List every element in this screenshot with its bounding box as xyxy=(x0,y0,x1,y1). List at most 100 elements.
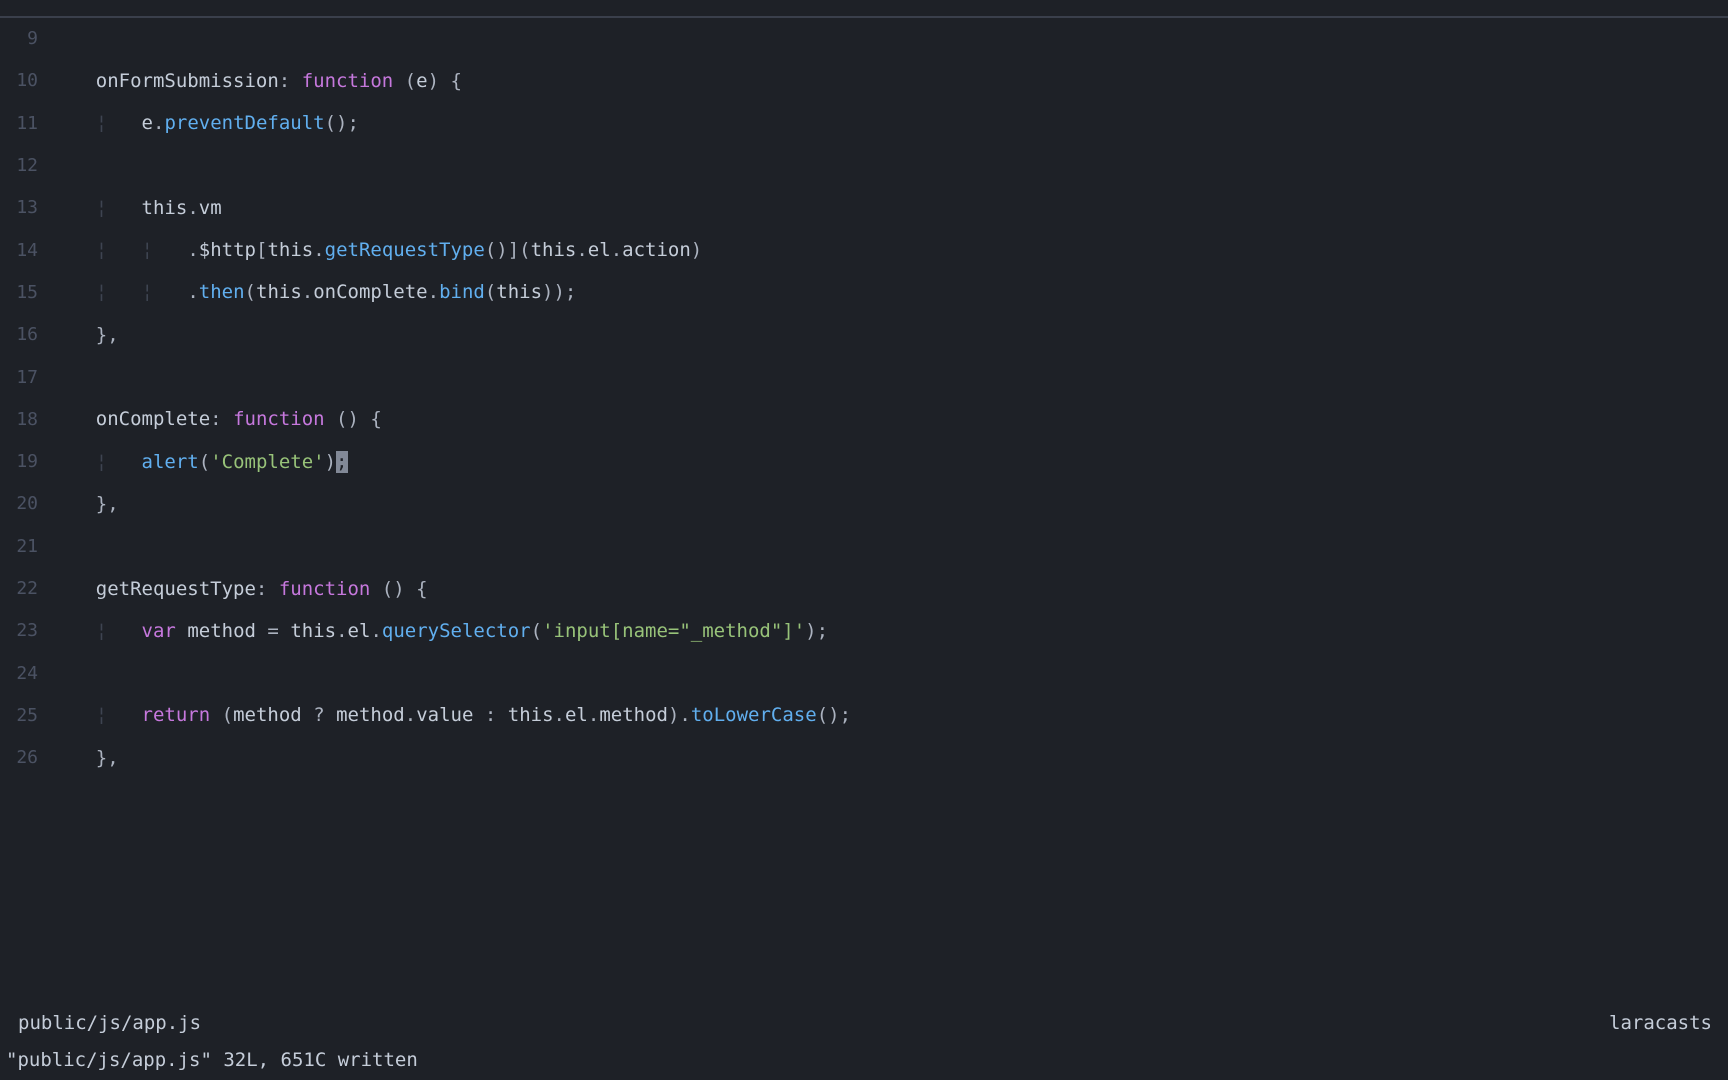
code-content[interactable]: ¦ ¦ .$http[this.getRequestType()](this.e… xyxy=(50,241,1728,260)
token-plain: method xyxy=(599,704,668,726)
code-line[interactable]: 17 xyxy=(0,356,1728,398)
token-punctuation: }, xyxy=(96,747,119,769)
code-line[interactable]: 19 ¦ alert('Complete'); xyxy=(0,441,1728,483)
code-content[interactable]: ¦ var method = this.el.querySelector('in… xyxy=(50,622,1728,641)
line-number: 12 xyxy=(0,157,50,175)
token-indent-guide: ¦ xyxy=(96,451,107,473)
code-line[interactable]: 15 ¦ ¦ .then(this.onComplete.bind(this))… xyxy=(0,272,1728,314)
token-plain: vm xyxy=(199,197,222,219)
token-plain xyxy=(50,70,96,92)
line-number: 15 xyxy=(0,284,50,302)
token-plain xyxy=(107,112,141,134)
code-line[interactable]: 21 xyxy=(0,526,1728,568)
code-line[interactable]: 25 ¦ return (method ? method.value : thi… xyxy=(0,695,1728,737)
code-line[interactable]: 13 ¦ this.vm xyxy=(0,187,1728,229)
token-punctuation: () xyxy=(336,408,359,430)
code-line[interactable]: 9 xyxy=(0,18,1728,60)
code-line[interactable]: 26 }, xyxy=(0,737,1728,779)
token-plain xyxy=(405,578,416,600)
command-line: "public/js/app.js" 32L, 651C written xyxy=(0,1043,1728,1080)
code-content[interactable]: }, xyxy=(50,326,1728,345)
token-punctuation: ) xyxy=(691,239,702,261)
code-content[interactable]: getRequestType: function () { xyxy=(50,580,1728,599)
code-content[interactable]: }, xyxy=(50,749,1728,768)
token-plain: this xyxy=(496,281,542,303)
token-punctuation: { xyxy=(416,578,427,600)
code-line[interactable]: 23 ¦ var method = this.el.querySelector(… xyxy=(0,610,1728,652)
token-plain xyxy=(256,620,267,642)
status-file-path: public/js/app.js xyxy=(18,1014,201,1033)
code-content[interactable]: onFormSubmission: function (e) { xyxy=(50,72,1728,91)
token-punctuation: }, xyxy=(96,493,119,515)
code-line[interactable]: 12 xyxy=(0,145,1728,187)
token-plain xyxy=(107,281,141,303)
code-content[interactable]: ¦ ¦ .then(this.onComplete.bind(this)); xyxy=(50,283,1728,302)
token-punctuation: . xyxy=(302,281,313,303)
code-line[interactable]: 18 onComplete: function () { xyxy=(0,399,1728,441)
token-keyword: function xyxy=(233,408,325,430)
token-punctuation: ( xyxy=(485,281,496,303)
token-plain xyxy=(50,493,96,515)
token-plain xyxy=(50,408,96,430)
code-line[interactable]: 20 }, xyxy=(0,483,1728,525)
token-plain xyxy=(50,451,96,473)
token-punctuation: { xyxy=(370,408,381,430)
code-area[interactable]: 910 onFormSubmission: function (e) {11 ¦… xyxy=(0,0,1728,1080)
token-punctuation: . xyxy=(153,112,164,134)
code-content[interactable]: ¦ e.preventDefault(); xyxy=(50,114,1728,133)
code-line[interactable]: 22 getRequestType: function () { xyxy=(0,568,1728,610)
token-plain: el xyxy=(348,620,371,642)
token-plain xyxy=(222,408,233,430)
token-plain xyxy=(50,704,96,726)
token-plain xyxy=(153,281,187,303)
token-plain xyxy=(107,704,141,726)
token-plain xyxy=(279,620,290,642)
footer: public/js/app.js laracasts "public/js/ap… xyxy=(0,1004,1728,1080)
token-plain xyxy=(176,620,187,642)
token-function-name: bind xyxy=(439,281,485,303)
token-plain xyxy=(290,70,301,92)
token-plain: e xyxy=(416,70,427,92)
token-function-name: alert xyxy=(142,451,199,473)
token-indent-guide: ¦ xyxy=(142,281,153,303)
token-indent-guide: ¦ xyxy=(96,197,107,219)
token-plain: action xyxy=(622,239,691,261)
token-punctuation: ( xyxy=(199,451,210,473)
token-punctuation: . xyxy=(576,239,587,261)
token-function-name: querySelector xyxy=(382,620,531,642)
token-plain xyxy=(50,239,96,261)
token-plain xyxy=(473,704,484,726)
token-indent-guide: ¦ xyxy=(96,281,107,303)
token-indent-guide: ¦ xyxy=(142,239,153,261)
token-punctuation: () xyxy=(382,578,405,600)
code-line[interactable]: 16 }, xyxy=(0,314,1728,356)
token-indent-guide: ¦ xyxy=(96,620,107,642)
token-plain xyxy=(50,281,96,303)
code-content[interactable]: }, xyxy=(50,495,1728,514)
token-punctuation: . xyxy=(370,620,381,642)
code-content[interactable]: ¦ this.vm xyxy=(50,199,1728,218)
line-number: 17 xyxy=(0,369,50,387)
token-punctuation: . xyxy=(187,281,198,303)
code-line[interactable]: 11 ¦ e.preventDefault(); xyxy=(0,103,1728,145)
status-right-label: laracasts xyxy=(1609,1014,1712,1033)
token-punctuation: ( xyxy=(245,281,256,303)
code-line[interactable]: 24 xyxy=(0,652,1728,694)
token-punctuation: (); xyxy=(817,704,851,726)
code-content[interactable]: ¦ alert('Complete'); xyxy=(50,453,1728,472)
token-function-name: then xyxy=(199,281,245,303)
token-plain xyxy=(107,239,141,261)
code-content[interactable]: ¦ return (method ? method.value : this.e… xyxy=(50,706,1728,725)
token-operator: : xyxy=(485,704,496,726)
token-string: 'Complete' xyxy=(210,451,324,473)
token-plain xyxy=(107,451,141,473)
token-plain: this xyxy=(256,281,302,303)
code-line[interactable]: 10 onFormSubmission: function (e) { xyxy=(0,60,1728,102)
token-plain xyxy=(50,747,96,769)
code-line[interactable]: 14 ¦ ¦ .$http[this.getRequestType()](thi… xyxy=(0,229,1728,271)
token-keyword: function xyxy=(279,578,371,600)
token-punctuation: . xyxy=(611,239,622,261)
token-punctuation: : xyxy=(210,408,221,430)
code-content[interactable]: onComplete: function () { xyxy=(50,410,1728,429)
token-plain xyxy=(107,197,141,219)
